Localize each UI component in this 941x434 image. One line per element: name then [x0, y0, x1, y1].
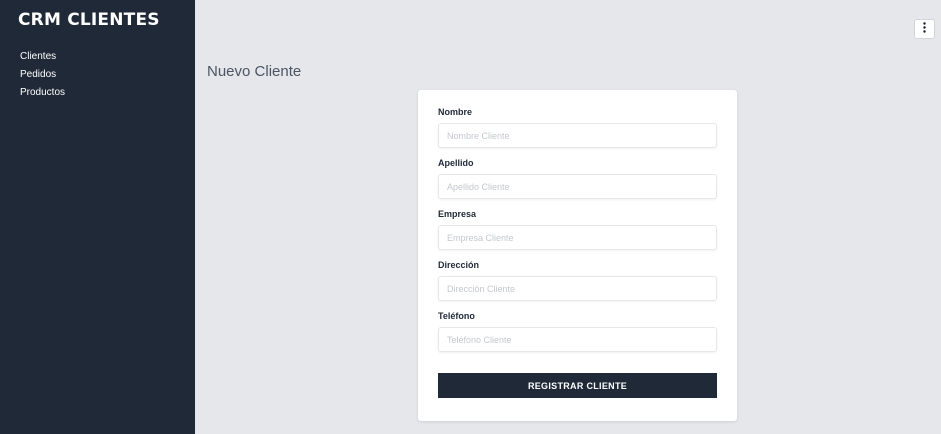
more-options-button[interactable]	[914, 19, 935, 39]
page-title: Nuevo Cliente	[207, 63, 302, 80]
apellido-label: Apellido	[438, 158, 474, 168]
new-client-form: Nombre Apellido Empresa Dirección Teléfo…	[418, 90, 737, 421]
kebab-vertical-icon	[923, 20, 926, 38]
app-brand: CRM CLIENTES	[18, 10, 160, 30]
direccion-label: Dirección	[438, 260, 480, 270]
register-client-button[interactable]: REGISTRAR CLIENTE	[438, 373, 717, 398]
empresa-input[interactable]	[438, 225, 717, 250]
empresa-label: Empresa	[438, 209, 477, 219]
sidebar-item-pedidos[interactable]: Pedidos	[0, 66, 195, 84]
nombre-label: Nombre	[438, 107, 473, 117]
direccion-input[interactable]	[438, 276, 717, 301]
telefono-label: Teléfono	[438, 311, 475, 321]
field-telefono: Teléfono	[438, 310, 717, 352]
nombre-input[interactable]	[438, 123, 717, 148]
field-empresa: Empresa	[438, 208, 717, 250]
telefono-input[interactable]	[438, 327, 717, 352]
field-direccion: Dirección	[438, 259, 717, 301]
sidebar-nav: Clientes Pedidos Productos	[0, 48, 195, 102]
sidebar: CRM CLIENTES Clientes Pedidos Productos	[0, 0, 195, 434]
sidebar-item-productos[interactable]: Productos	[0, 84, 195, 102]
apellido-input[interactable]	[438, 174, 717, 199]
field-nombre: Nombre	[438, 106, 717, 148]
sidebar-item-clientes[interactable]: Clientes	[0, 48, 195, 66]
field-apellido: Apellido	[438, 157, 717, 199]
